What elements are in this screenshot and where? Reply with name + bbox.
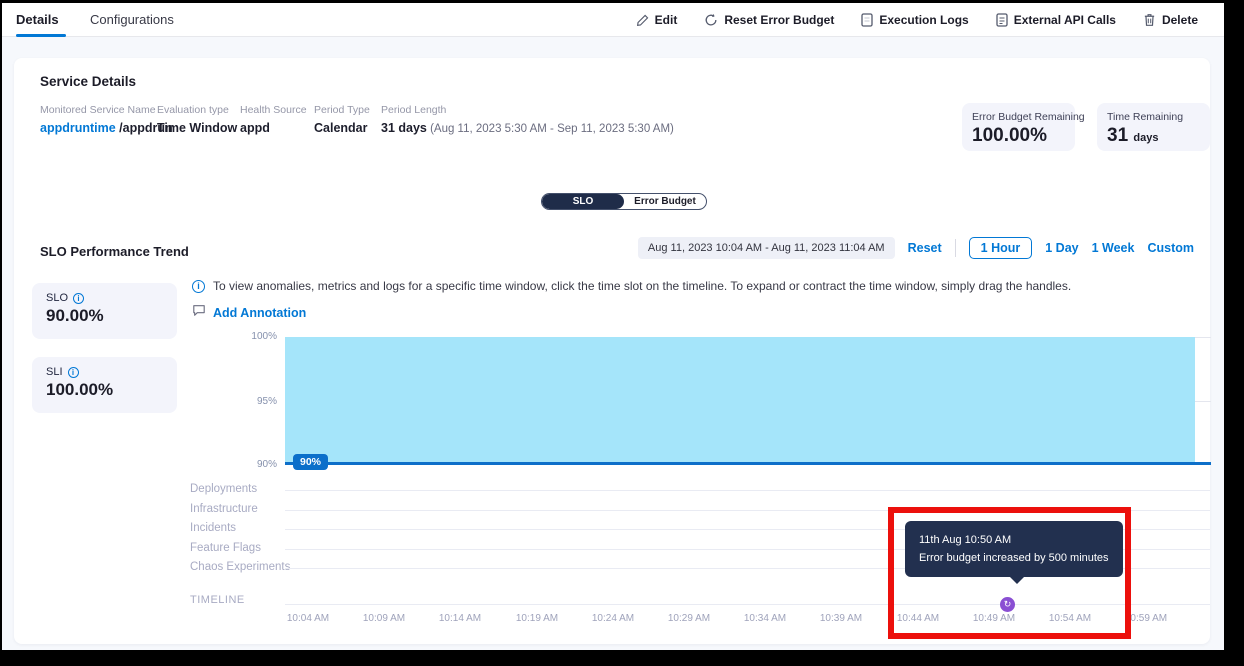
range-custom[interactable]: Custom	[1147, 241, 1194, 255]
lane-line	[285, 490, 1210, 491]
slo-objective-badge: 90%	[293, 454, 328, 470]
x-tick: 10:59 AM	[1111, 613, 1181, 624]
x-tick: 10:44 AM	[883, 613, 953, 624]
x-tick: 10:39 AM	[806, 613, 876, 624]
lane-deployments: Deployments	[190, 483, 257, 495]
gridline	[1195, 401, 1211, 402]
x-tick: 10:19 AM	[502, 613, 572, 624]
trash-icon	[1143, 13, 1156, 27]
range-1-hour[interactable]: 1 Hour	[969, 237, 1033, 259]
add-annotation-button[interactable]: Add Annotation	[192, 304, 306, 322]
slo-errorbudget-toggle: SLO Error Budget	[541, 193, 707, 210]
error-budget-remaining-card: Error Budget Remaining 100.00%	[962, 103, 1075, 151]
service-details-title: Service Details	[40, 74, 136, 89]
reset-error-budget-button[interactable]: Reset Error Budget	[704, 13, 834, 27]
x-tick: 10:04 AM	[273, 613, 343, 624]
range-1-day[interactable]: 1 Day	[1045, 241, 1078, 255]
field-period-length: Period Length 31 days (Aug 11, 2023 5:30…	[381, 104, 674, 135]
lane-infrastructure: Infrastructure	[190, 503, 258, 515]
timeline-info: i To view anomalies, metrics and logs fo…	[192, 279, 1071, 293]
app-window: Details Configurations Edit Reset Error …	[0, 0, 1244, 666]
field-evaluation-type: Evaluation type Time Window	[157, 104, 237, 135]
lane-feature-flags: Feature Flags	[190, 542, 261, 554]
x-tick: 10:34 AM	[730, 613, 800, 624]
gridline	[1195, 337, 1211, 338]
x-tick: 10:49 AM	[959, 613, 1029, 624]
tab-details[interactable]: Details	[16, 12, 59, 27]
document-icon	[996, 13, 1008, 27]
trend-title: SLO Performance Trend	[40, 244, 189, 259]
monitored-service-link[interactable]: appdruntime	[40, 121, 116, 135]
x-tick: 10:29 AM	[654, 613, 724, 624]
x-tick: 10:54 AM	[1035, 613, 1105, 624]
lane-incidents: Incidents	[190, 522, 236, 534]
x-tick: 10:24 AM	[578, 613, 648, 624]
info-icon[interactable]: i	[68, 367, 79, 378]
lane-chaos-experiments: Chaos Experiments	[190, 561, 290, 573]
field-period-type: Period Type Calendar	[314, 104, 370, 135]
field-monitored-service-name: Monitored Service Name appdruntime /appd…	[40, 104, 173, 135]
slo-metric-card: SLOi 90.00%	[32, 283, 177, 339]
divider	[955, 239, 956, 257]
toggle-option-error-budget[interactable]: Error Budget	[624, 194, 706, 209]
execution-logs-button[interactable]: Execution Logs	[861, 13, 968, 27]
slo-details-card: Service Details Monitored Service Name a…	[14, 58, 1210, 644]
y-tick-100: 100%	[237, 331, 277, 342]
error-budget-reset-marker-icon[interactable]: ↻	[1000, 597, 1015, 612]
lane-line	[285, 510, 1210, 511]
reset-link[interactable]: Reset	[908, 241, 942, 255]
y-tick-95: 95%	[237, 396, 277, 407]
sli-metric-card: SLIi 100.00%	[32, 357, 177, 413]
trend-controls: Aug 11, 2023 10:04 AM - Aug 11, 2023 11:…	[638, 237, 1194, 259]
slo-objective-line	[285, 462, 1211, 465]
reset-icon	[704, 13, 718, 27]
edit-button[interactable]: Edit	[636, 13, 678, 27]
external-api-calls-button[interactable]: External API Calls	[996, 13, 1116, 27]
edit-icon	[636, 14, 649, 27]
y-tick-90: 90%	[237, 459, 277, 470]
event-tooltip: 11th Aug 10:50 AM Error budget increased…	[905, 521, 1123, 577]
event-tooltip-message: Error budget increased by 500 minutes	[919, 549, 1109, 567]
timeline-label: TIMELINE	[190, 594, 245, 606]
x-tick: 10:14 AM	[425, 613, 495, 624]
delete-button[interactable]: Delete	[1143, 13, 1198, 27]
toggle-option-slo[interactable]: SLO	[542, 194, 624, 209]
document-icon	[861, 13, 873, 27]
field-health-source: Health Source appd	[240, 104, 307, 135]
top-tab-bar: Details Configurations Edit Reset Error …	[2, 3, 1224, 37]
timeline-line[interactable]	[285, 604, 1210, 605]
event-tooltip-time: 11th Aug 10:50 AM	[919, 531, 1109, 549]
x-tick: 10:09 AM	[349, 613, 419, 624]
date-range-chip[interactable]: Aug 11, 2023 10:04 AM - Aug 11, 2023 11:…	[638, 237, 895, 259]
info-icon: i	[192, 280, 205, 293]
header-actions: Edit Reset Error Budget Execution Logs E…	[636, 3, 1198, 37]
annotation-bubble-icon	[192, 304, 206, 322]
info-icon[interactable]: i	[73, 293, 84, 304]
range-1-week[interactable]: 1 Week	[1092, 241, 1135, 255]
time-remaining-card: Time Remaining 31 days	[1097, 103, 1210, 151]
tab-configurations[interactable]: Configurations	[90, 12, 174, 27]
sli-area-series[interactable]	[285, 337, 1195, 463]
